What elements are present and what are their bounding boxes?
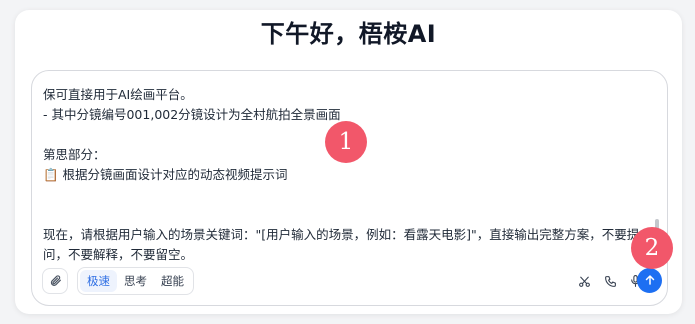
scissors-icon[interactable] [575,272,593,290]
composer-toolbar: 极速 思考 超能 [42,267,662,297]
send-button[interactable] [637,268,662,293]
mode-think-button[interactable]: 思考 [117,270,154,292]
mode-fast-button[interactable]: 极速 [80,270,117,292]
attach-button[interactable] [42,268,68,294]
greeting-title: 下午好，梧桉AI [260,20,437,48]
paperclip-icon [49,272,62,291]
mode-super-button[interactable]: 超能 [154,270,191,292]
prompt-composer[interactable]: 保可直接用于AI绘画平台。 - 其中分镜编号001,002分镜设计为全村航拍全景… [31,70,668,306]
phone-icon[interactable] [601,272,619,290]
arrow-up-icon [644,271,656,290]
mode-selector: 极速 思考 超能 [77,267,194,295]
annotation-marker-1: 1 [325,121,367,163]
prompt-input[interactable]: 保可直接用于AI绘画平台。 - 其中分镜编号001,002分镜设计为全村航拍全景… [43,85,653,261]
annotation-marker-2: 2 [631,227,673,269]
